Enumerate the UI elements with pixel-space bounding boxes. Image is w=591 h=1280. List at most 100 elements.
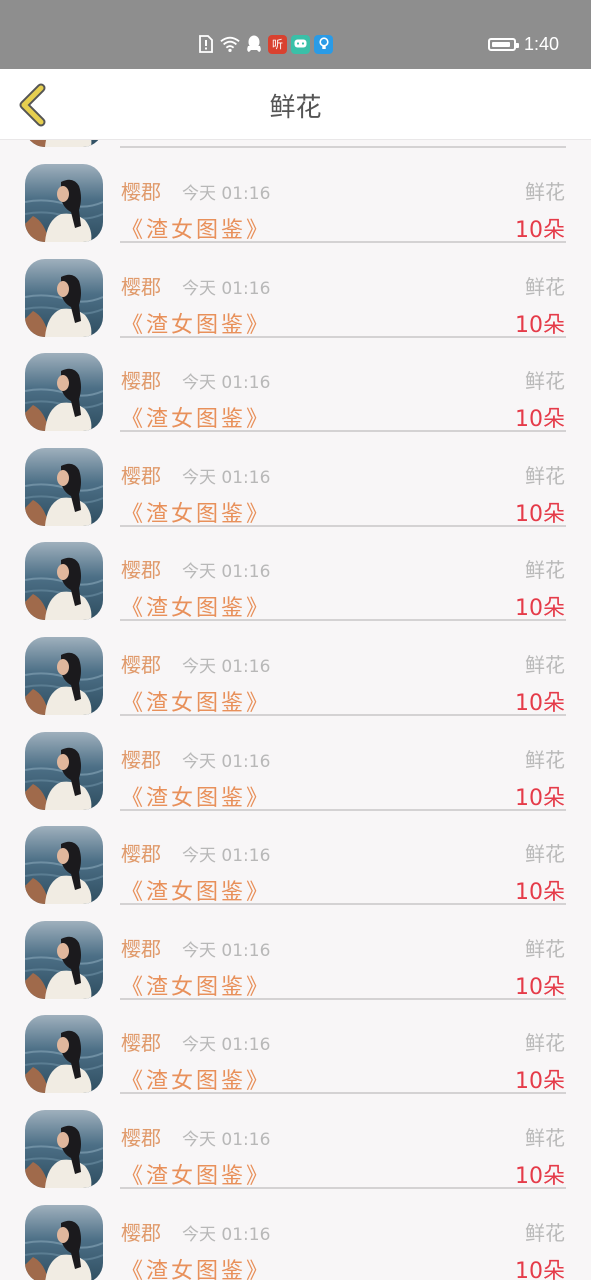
book-title-link[interactable]: 《渣女图鉴》 (121, 307, 271, 339)
user-name[interactable]: 樱郡 (121, 1217, 161, 1246)
timestamp: 今天 01:16 (182, 562, 271, 583)
status-bar: 听 1:40 (0, 0, 591, 69)
user-name[interactable]: 樱郡 (121, 1122, 161, 1151)
battery-icon (487, 37, 519, 51)
list-item-partial[interactable] (0, 140, 591, 148)
book-title-link[interactable]: 《渣女图鉴》 (121, 496, 271, 528)
avatar[interactable] (25, 826, 103, 905)
book-title-link[interactable]: 《渣女图鉴》 (121, 685, 271, 717)
gift-type: 鲜花 (525, 180, 565, 204)
list-item[interactable]: 樱郡 今天 01:16 鲜花《渣女图鉴》 10朵 (0, 337, 591, 433)
list-item[interactable]: 樱郡 今天 01:16 鲜花《渣女图鉴》 10朵 (0, 148, 591, 243)
gift-quantity: 10朵 (515, 1069, 565, 1095)
system-status: 1:40 (487, 32, 559, 56)
gift-quantity: 10朵 (515, 312, 565, 338)
gift-type: 鲜花 (525, 1031, 565, 1056)
user-name[interactable]: 樱郡 (121, 838, 161, 867)
battery-level (491, 41, 510, 47)
avatar[interactable] (25, 164, 103, 242)
gift-type: 鲜花 (525, 1126, 565, 1150)
notification-icons: 听 (196, 33, 333, 55)
timestamp: 今天 01:16 (182, 1035, 271, 1056)
user-name[interactable]: 樱郡 (121, 460, 161, 489)
user-name[interactable]: 樱郡 (121, 554, 161, 583)
avatar[interactable] (25, 731, 103, 810)
avatar[interactable] (25, 1015, 103, 1094)
user-name[interactable]: 樱郡 (121, 365, 161, 394)
list-item[interactable]: 樱郡 今天 01:16 鲜花《渣女图鉴》 10朵 (0, 1094, 591, 1189)
list-item[interactable]: 樱郡 今天 01:16 鲜花《渣女图鉴》 10朵 (0, 1189, 591, 1280)
list-item[interactable]: 樱郡 今天 01:16 鲜花《渣女图鉴》 10朵 (0, 526, 591, 622)
list-item[interactable]: 樱郡 今天 01:16 鲜花《渣女图鉴》 10朵 (0, 243, 591, 338)
avatar[interactable] (25, 542, 103, 621)
book-title-link[interactable]: 《渣女图鉴》 (121, 401, 271, 433)
avatar (25, 140, 103, 147)
avatar[interactable] (25, 447, 103, 526)
page-title: 鲜花 (269, 93, 322, 123)
gift-type: 鲜花 (525, 747, 565, 772)
gift-type: 鲜花 (525, 842, 565, 867)
book-title-link[interactable]: 《渣女图鉴》 (121, 212, 271, 244)
avatar[interactable] (25, 258, 103, 337)
book-title-link[interactable]: 《渣女图鉴》 (121, 969, 271, 1001)
timestamp: 今天 01:16 (182, 1224, 271, 1245)
timestamp: 今天 01:16 (182, 467, 271, 488)
book-title-link[interactable]: 《渣女图鉴》 (121, 780, 271, 812)
qq-icon (244, 34, 264, 54)
list-item[interactable]: 樱郡 今天 01:16 鲜花《渣女图鉴》 10朵 (0, 905, 591, 1000)
list-item[interactable]: 樱郡 今天 01:16 鲜花《渣女图鉴》 10朵 (0, 716, 591, 811)
user-name[interactable]: 樱郡 (121, 271, 161, 300)
bulb-app-icon (314, 34, 333, 54)
gift-type: 鲜花 (525, 1220, 565, 1245)
gift-quantity: 10朵 (515, 691, 565, 716)
avatar[interactable] (25, 1110, 103, 1188)
timestamp: 今天 01:16 (182, 1130, 271, 1150)
sim-alert-icon (196, 34, 216, 54)
gift-quantity: 10朵 (515, 407, 565, 433)
timestamp: 今天 01:16 (182, 657, 271, 677)
gift-type: 鲜花 (525, 369, 565, 394)
book-title-link[interactable]: 《渣女图鉴》 (121, 1063, 271, 1095)
book-title-link[interactable]: 《渣女图鉴》 (121, 1253, 271, 1280)
timestamp: 今天 01:16 (182, 846, 271, 867)
user-name[interactable]: 樱郡 (121, 933, 161, 962)
book-title-link[interactable]: 《渣女图鉴》 (121, 874, 271, 906)
list-item[interactable]: 樱郡 今天 01:16 鲜花《渣女图鉴》 10朵 (0, 432, 591, 527)
book-title-link[interactable]: 《渣女图鉴》 (121, 1158, 271, 1190)
list-item[interactable]: 樱郡 今天 01:16 鲜花《渣女图鉴》 10朵 (0, 999, 591, 1095)
user-name[interactable]: 樱郡 (121, 744, 161, 773)
timestamp: 今天 01:16 (182, 373, 271, 394)
timestamp: 今天 01:16 (182, 278, 271, 299)
gift-type: 鲜花 (525, 274, 565, 299)
user-name[interactable]: 樱郡 (121, 1027, 161, 1056)
timestamp: 今天 01:16 (182, 184, 271, 204)
ting-app-icon: 听 (268, 34, 287, 54)
user-name[interactable]: 樱郡 (121, 176, 161, 205)
gift-type: 鲜花 (525, 558, 565, 583)
gift-type: 鲜花 (525, 463, 565, 488)
avatar[interactable] (25, 1204, 103, 1280)
list-item[interactable]: 樱郡 今天 01:16 鲜花《渣女图鉴》 10朵 (0, 621, 591, 716)
gift-record-list[interactable]: 樱郡 今天 01:16 鲜花 《渣女图鉴》 10朵 樱郡 今天 01:16 鲜花 《渣女图鉴》 1… (0, 140, 591, 1280)
timestamp: 今天 01:16 (182, 751, 271, 772)
avatar[interactable] (25, 353, 103, 432)
gift-quantity: 10朵 (515, 1164, 565, 1189)
gift-quantity: 10朵 (515, 501, 565, 527)
book-title-link[interactable]: 《渣女图鉴》 (121, 590, 271, 622)
list-item[interactable]: 樱郡 今天 01:16 鲜花《渣女图鉴》 10朵 (0, 810, 591, 906)
gift-type: 鲜花 (525, 936, 565, 961)
gift-quantity: 10朵 (515, 974, 565, 1000)
gift-quantity: 10朵 (515, 596, 565, 622)
header-bar: 鲜花 (0, 69, 591, 140)
gift-quantity: 10朵 (515, 1258, 565, 1280)
status-time: 1:40 (523, 33, 559, 54)
gift-quantity: 10朵 (515, 218, 565, 243)
timestamp: 今天 01:16 (182, 940, 271, 961)
user-name[interactable]: 樱郡 (121, 649, 161, 678)
avatar[interactable] (25, 637, 103, 715)
avatar[interactable] (25, 920, 103, 999)
wifi-icon (220, 34, 240, 54)
gift-quantity: 10朵 (515, 785, 565, 811)
gift-type: 鲜花 (525, 653, 565, 677)
gift-quantity: 10朵 (515, 880, 565, 906)
